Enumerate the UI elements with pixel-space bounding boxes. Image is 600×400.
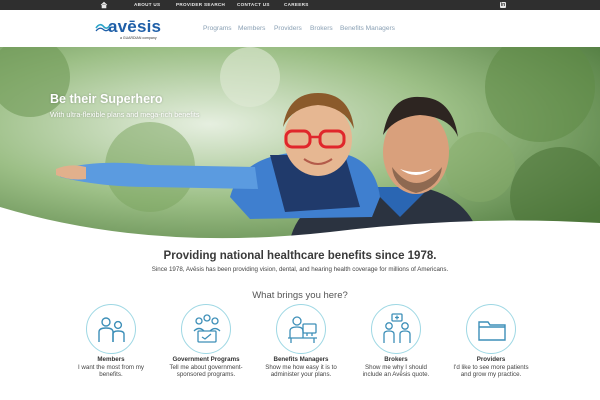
utility-bar: ABOUT US PROVIDER SEARCH CONTACT US CARE… <box>0 0 600 10</box>
card-desc-line2: benefits. <box>99 371 123 379</box>
brand-tagline: a GUARDIAN company <box>120 36 157 40</box>
card-desc-line1: I'd like to see more patients <box>453 364 529 371</box>
site-header: avēsis a GUARDIAN company Programs Membe… <box>0 10 600 47</box>
brand-logo[interactable]: avēsis a GUARDIAN company <box>95 17 165 43</box>
card-desc-line2: and grow my practice. <box>460 371 522 379</box>
card-title: Providers <box>476 356 506 363</box>
topbar-link-contact-us[interactable]: CONTACT US <box>237 1 270 9</box>
nav-item-providers[interactable]: Providers <box>274 24 302 34</box>
card-desc-line1: I want the most from my <box>77 364 145 371</box>
hero-title: Be their Superhero <box>50 92 163 106</box>
brings-heading: What brings you here? <box>252 290 348 301</box>
card-desc-line2: include an Avēsis quote. <box>362 371 430 379</box>
card-desc-line2: sponsored programs. <box>176 371 236 379</box>
brokers-icon[interactable] <box>371 304 421 354</box>
intro-text: Since 1978, Avēsis has been providing vi… <box>151 266 449 273</box>
nav-item-members[interactable]: Members <box>238 24 265 34</box>
folder-icon[interactable] <box>466 304 516 354</box>
card-title: Brokers <box>384 356 408 363</box>
nav-item-brokers[interactable]: Brokers <box>310 24 333 34</box>
card-title: Members <box>97 356 125 363</box>
audience-card-providers[interactable]: Providers I'd like to see more patients … <box>451 304 531 379</box>
card-desc-line1: Tell me about government- <box>169 364 243 371</box>
topbar-link-about-us[interactable]: ABOUT US <box>134 1 160 9</box>
benefits-manager-icon[interactable] <box>276 304 326 354</box>
card-desc-line2: administer your plans. <box>270 371 332 379</box>
intro-heading: Providing national healthcare benefits s… <box>163 250 437 262</box>
card-desc-line1: Show me why I should <box>365 364 427 371</box>
audience-card-members[interactable]: Members I want the most from my benefits… <box>71 304 151 379</box>
hero-photo <box>0 47 600 240</box>
brand-name: avēsis <box>108 17 162 36</box>
audience-card-brokers[interactable]: Brokers Show me why I should include an … <box>356 304 436 379</box>
topbar-link-careers[interactable]: CAREERS <box>284 1 309 9</box>
hero-banner: Be their Superhero With ultra-flexible p… <box>0 47 600 240</box>
hero-subtitle: With ultra-flexible plans and mega-rich … <box>50 110 200 119</box>
audience-card-benefits-managers[interactable]: Benefits Managers Show me how easy it is… <box>261 304 341 379</box>
government-programs-icon[interactable] <box>181 304 231 354</box>
home-icon[interactable] <box>100 1 108 9</box>
card-title: Benefits Managers <box>273 356 329 363</box>
nav-item-benefits-managers[interactable]: Benefits Managers <box>340 24 395 34</box>
card-title: Government Programs <box>172 356 240 363</box>
members-icon[interactable] <box>86 304 136 354</box>
nav-item-programs[interactable]: Programs <box>203 24 232 34</box>
topbar-link-provider-search[interactable]: PROVIDER SEARCH <box>176 1 225 9</box>
card-desc-line1: Show me how easy it is to <box>265 364 337 371</box>
linkedin-icon[interactable]: in <box>500 2 506 8</box>
audience-card-government-programs[interactable]: Government Programs Tell me about govern… <box>166 304 246 379</box>
